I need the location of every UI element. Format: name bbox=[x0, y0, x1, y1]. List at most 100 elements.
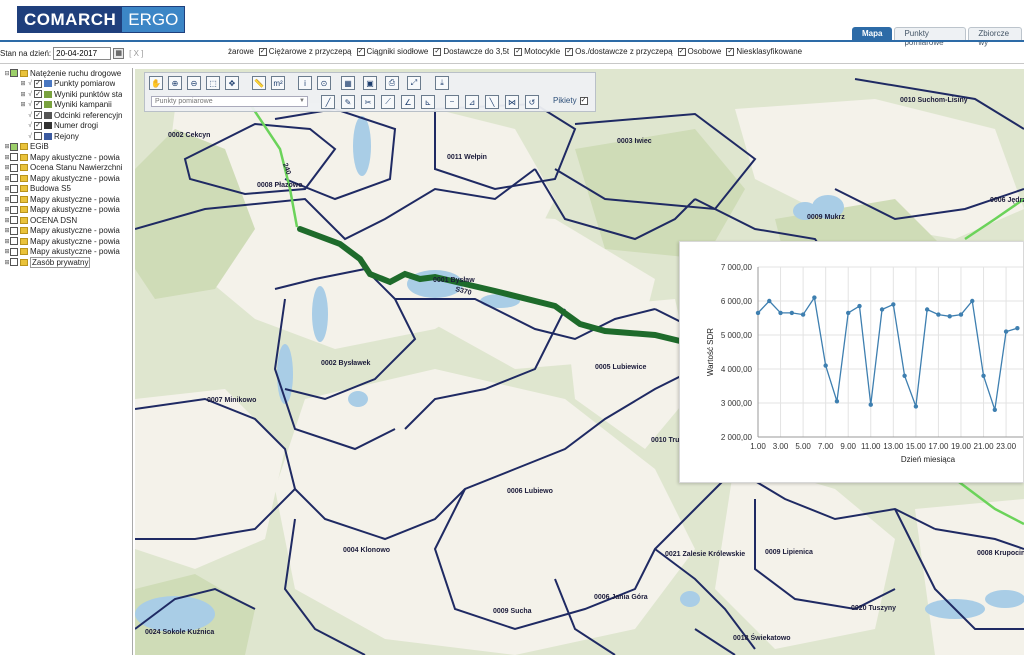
tree-node[interactable]: ⊞ Budowa S5 bbox=[0, 184, 132, 195]
ruler-icon[interactable]: ⊿ bbox=[465, 95, 479, 109]
vehicle-filter[interactable]: ✓ Osobowe bbox=[677, 47, 721, 56]
tree-node[interactable]: ⊞ Mapy akustyczne - powia bbox=[0, 236, 132, 247]
tree-node[interactable]: ⊞ √ ✓ Wyniki kampanii bbox=[0, 100, 132, 111]
layer-checkbox[interactable] bbox=[10, 247, 18, 256]
checkbox[interactable]: ✓ bbox=[565, 47, 574, 56]
region-label: 0008 Krupocin bbox=[977, 550, 1024, 557]
sdr-data-point bbox=[879, 307, 885, 312]
zoom-box-icon[interactable]: ⬚ bbox=[206, 76, 220, 90]
info-icon[interactable]: i bbox=[298, 76, 312, 90]
pikiety-toggle[interactable]: Pikiety ✓ bbox=[553, 96, 588, 105]
checkbox[interactable]: ✓ bbox=[677, 47, 686, 56]
draw-line-icon[interactable]: ╱ bbox=[321, 95, 335, 109]
sdr-data-point bbox=[755, 310, 761, 316]
full-extent-icon[interactable]: ✥ bbox=[225, 76, 239, 90]
layer-checkbox[interactable]: ✓ bbox=[34, 121, 42, 130]
layer-checkbox[interactable] bbox=[10, 184, 18, 193]
vehicle-filter[interactable]: ✓ Os./dostawcze z przyczepą bbox=[565, 47, 673, 56]
layer-checkbox[interactable] bbox=[10, 216, 18, 225]
segment-icon[interactable]: ⟋ bbox=[381, 95, 395, 109]
layer-checkbox[interactable] bbox=[10, 142, 18, 151]
vehicle-filter-bar: żarowe ✓ Ciężarowe z przyczepą ✓ Ciągniki … bbox=[228, 47, 802, 56]
checkbox[interactable]: ✓ bbox=[433, 47, 442, 56]
layer-checkbox[interactable]: ✓ bbox=[34, 79, 42, 88]
vehicle-filter[interactable]: ✓ Ciężarowe z przyczepą bbox=[258, 47, 352, 56]
layer-checkbox[interactable] bbox=[10, 237, 18, 246]
tree-node[interactable]: ⊞ EGiB bbox=[0, 142, 132, 153]
edit-icon[interactable]: ✎ bbox=[341, 95, 355, 109]
measure-area-icon[interactable]: m² bbox=[271, 76, 285, 90]
vehicle-filter[interactable]: ✓ Niesklasyfikowane bbox=[726, 47, 802, 56]
tree-node[interactable]: ⊞ Mapy akustyczne - powia bbox=[0, 247, 132, 258]
export-icon[interactable]: ⤢ bbox=[407, 76, 421, 90]
region-label: 0008 Płazowo bbox=[257, 182, 303, 189]
checkbox[interactable]: ✓ bbox=[726, 47, 735, 56]
tree-node[interactable]: ⊞ OCENA DSN bbox=[0, 215, 132, 226]
layer-checkbox[interactable] bbox=[10, 153, 18, 162]
sdr-data-point bbox=[902, 373, 907, 378]
checkbox[interactable]: ✓ bbox=[514, 47, 523, 56]
sdr-chart: 2 000,00 3 000,00 4 000,00 5 000,00 6 000,00… bbox=[706, 263, 1023, 464]
divider bbox=[0, 63, 1024, 64]
layer-checkbox[interactable]: ✓ bbox=[34, 100, 42, 109]
node-icon[interactable]: ⋈ bbox=[505, 95, 519, 109]
layer-checkbox[interactable] bbox=[10, 205, 18, 214]
tree-node[interactable]: ⊞ √ ✓ Wyniki punktów sta bbox=[0, 89, 132, 100]
tree-node[interactable]: ⊞ Ocena Stanu Nawierzchni bbox=[0, 163, 132, 174]
diagonal-icon[interactable]: ╲ bbox=[485, 95, 499, 109]
angle-icon[interactable]: ∠ bbox=[401, 95, 415, 109]
select-area-icon[interactable]: ▣ bbox=[363, 76, 377, 90]
pikiety-checkbox[interactable]: ✓ bbox=[579, 96, 588, 105]
tree-node-label: Budowa S5 bbox=[30, 184, 71, 194]
vehicle-filter[interactable]: ✓ Ciągniki siodłowe bbox=[356, 47, 428, 56]
layer-checkbox[interactable] bbox=[10, 69, 18, 78]
layer-checkbox[interactable] bbox=[10, 258, 18, 267]
layer-checkbox[interactable] bbox=[10, 174, 18, 183]
tree-node[interactable]: ⊞ Mapy akustyczne - powia bbox=[0, 194, 132, 205]
checkbox[interactable]: ✓ bbox=[356, 47, 365, 56]
layer-checkbox[interactable] bbox=[10, 163, 18, 172]
layer-select[interactable]: Punkty pomiarowe ▼ bbox=[151, 96, 308, 107]
layer-checkbox[interactable]: ✓ bbox=[34, 111, 42, 120]
layer-checkbox[interactable] bbox=[10, 195, 18, 204]
checkbox[interactable]: ✓ bbox=[258, 47, 267, 56]
tree-node[interactable]: ⊞ Mapy akustyczne - powia bbox=[0, 226, 132, 237]
layer-checkbox[interactable] bbox=[10, 226, 18, 235]
pan-icon[interactable]: ✋ bbox=[149, 76, 163, 90]
tree-node[interactable]: ⊞ √ ✓ Punkty pomiarow bbox=[0, 79, 132, 90]
date-input[interactable] bbox=[53, 46, 112, 60]
zoom-in-icon[interactable]: ⊕ bbox=[168, 76, 182, 90]
tree-node[interactable]: ⊞ Mapy akustyczne - powia bbox=[0, 152, 132, 163]
tab-zbiorcze[interactable]: Zbiorcze wy bbox=[968, 27, 1022, 47]
download-icon[interactable]: ⤓ bbox=[435, 76, 449, 90]
visibility-icon: √ bbox=[28, 90, 32, 98]
visibility-icon: √ bbox=[28, 122, 32, 130]
tab-punkty-pomiarowe[interactable]: Punkty pomiarowe bbox=[894, 27, 967, 47]
region-label: 0011 Wełpin bbox=[447, 154, 487, 161]
tree-node[interactable]: √ Rejony bbox=[0, 131, 132, 142]
vehicle-filter[interactable]: żarowe bbox=[228, 47, 254, 56]
layer-checkbox[interactable]: ✓ bbox=[34, 90, 42, 99]
vehicle-filter[interactable]: ✓ Dostawcze do 3,5t bbox=[433, 47, 509, 56]
select-grid-icon[interactable]: ▦ bbox=[341, 76, 355, 90]
print-icon[interactable]: ⎙ bbox=[385, 76, 399, 90]
tree-node[interactable]: ⊞ Mapy akustyczne - powia bbox=[0, 173, 132, 184]
tree-node[interactable]: √ ✓ Numer drogi bbox=[0, 121, 132, 132]
clear-date-button[interactable]: [ X ] bbox=[129, 49, 143, 58]
identify-icon[interactable]: ⊙ bbox=[317, 76, 331, 90]
horizontal-icon[interactable]: ⎯ bbox=[445, 95, 459, 109]
zoom-out-icon[interactable]: ⊖ bbox=[187, 76, 201, 90]
vehicle-filter[interactable]: ✓ Motocykle bbox=[514, 47, 560, 56]
layer-checkbox[interactable] bbox=[34, 132, 42, 141]
tree-node[interactable]: ⊞ Zasób prywatny bbox=[0, 256, 132, 268]
tree-node[interactable]: √ ✓ Odcinki referencyjn bbox=[0, 110, 132, 121]
clear-icon[interactable]: ↺ bbox=[525, 95, 539, 109]
tab-mapa[interactable]: Mapa bbox=[852, 27, 893, 40]
calendar-icon[interactable]: ▦ bbox=[113, 47, 125, 59]
perpendicular-icon[interactable]: ⊾ bbox=[421, 95, 435, 109]
sdr-data-point bbox=[800, 312, 806, 317]
tree-node[interactable]: ⊟ Natężenie ruchu drogowe bbox=[0, 68, 132, 79]
measure-length-icon[interactable]: 📏 bbox=[252, 76, 266, 90]
snap-icon[interactable]: ✂ bbox=[361, 95, 375, 109]
tree-node[interactable]: ⊞ Mapy akustyczne - powia bbox=[0, 205, 132, 216]
